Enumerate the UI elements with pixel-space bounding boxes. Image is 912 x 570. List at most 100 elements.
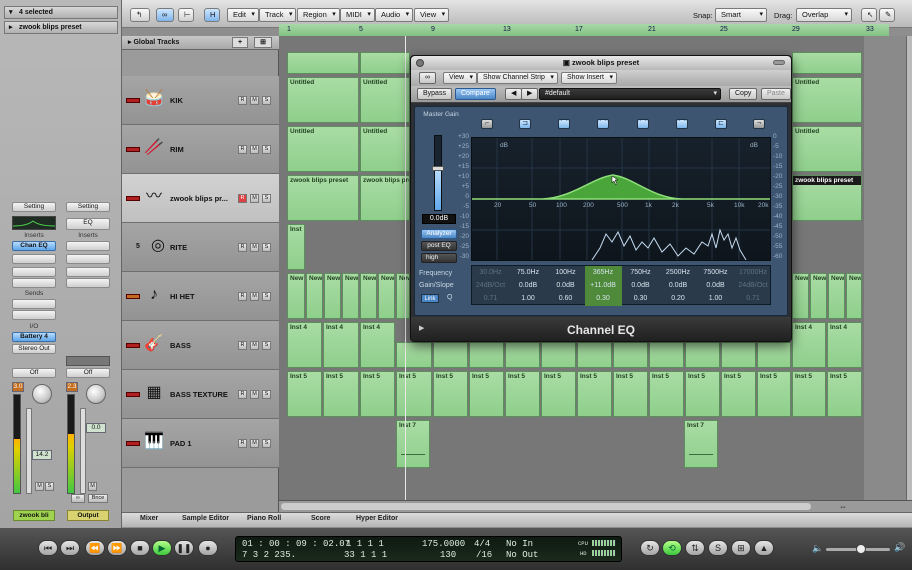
track-name[interactable]: zwook blips pr... [170, 194, 228, 203]
mute-button[interactable]: M [250, 96, 259, 105]
automation-mode[interactable]: Off [66, 368, 110, 378]
band-q-value[interactable]: 0.71 [735, 292, 772, 305]
region[interactable]: Inst 4 [323, 322, 359, 368]
master-gain-value[interactable]: 0.0dB [422, 214, 456, 224]
volume-fader-track[interactable] [80, 408, 86, 494]
solo-button[interactable]: S [262, 439, 271, 448]
band-q-value[interactable]: 0.30 [622, 292, 659, 305]
parametric-band-3-icon[interactable]: ⌒ [637, 119, 649, 129]
region[interactable]: New [324, 273, 341, 319]
band-5-params[interactable]: 750Hz 0.0dB 0.30 [622, 266, 659, 306]
catch-icon[interactable]: ⊢ [178, 8, 194, 22]
insert-slot-4[interactable] [12, 278, 56, 288]
mute-button[interactable]: M [35, 482, 44, 491]
region[interactable] [792, 52, 862, 74]
record-button[interactable]: R [238, 96, 247, 105]
region[interactable]: Untitled [287, 77, 359, 123]
mute-button[interactable]: M [250, 145, 259, 154]
region[interactable]: Inst 5 [721, 371, 756, 417]
link-button[interactable]: Link [421, 294, 439, 303]
show-insert-menu[interactable]: Show Insert [561, 72, 617, 84]
cycle-icon[interactable]: ↻ [640, 540, 660, 556]
record-button[interactable]: R [238, 145, 247, 154]
band-q-value[interactable]: 0.71 [472, 292, 509, 305]
track-header[interactable]: 🎹 PAD 1 RMS [122, 419, 279, 468]
back-arrow-icon[interactable]: ↰ [130, 8, 150, 22]
band-freq-value[interactable]: 365Hz [585, 266, 622, 279]
send-slot-1[interactable] [12, 299, 56, 309]
input-slot[interactable]: Battery 4 [12, 332, 56, 342]
region[interactable]: Inst 5 [649, 371, 684, 417]
eq-title-bar[interactable]: ▣ zwook blips preset [411, 56, 791, 70]
band-freq-value[interactable]: 75.0Hz [510, 266, 547, 279]
mute-button[interactable]: M [250, 390, 259, 399]
mute-button[interactable]: M [250, 194, 259, 203]
band-gain-value[interactable]: 24dB/Oct [735, 279, 772, 292]
band-gain-value[interactable]: 0.0dB [697, 279, 734, 292]
folder-icon[interactable]: ⊞ [254, 37, 272, 48]
band-gain-value[interactable]: 24dB/Oct [472, 279, 509, 292]
region[interactable]: Inst 4 [792, 322, 826, 368]
time-signature[interactable]: 4/4 [474, 539, 490, 549]
region-name-row[interactable]: ▸ zwook blips preset [4, 21, 118, 34]
track-name[interactable]: HI HET [170, 292, 195, 301]
region[interactable]: Inst 5 [827, 371, 862, 417]
record-enable-icon[interactable] [126, 392, 140, 397]
record-button[interactable]: R [238, 243, 247, 252]
track-header[interactable]: 🎸 BASS R M S [122, 321, 279, 370]
band-gain-value[interactable]: 0.0dB [622, 279, 659, 292]
high-cut-band-icon[interactable]: ¬ [753, 119, 765, 129]
band-7-params[interactable]: 7500Hz 0.0dB 1.00 [697, 266, 734, 306]
band-4-params[interactable]: 365Hz +11.0dB 0.30 [584, 266, 622, 306]
zoom-icon[interactable]: ⇔ [839, 502, 847, 511]
region[interactable]: Inst 5 [792, 371, 826, 417]
fader-value[interactable]: 0.0 [86, 423, 106, 433]
channel-name[interactable]: zwook bli [13, 510, 55, 521]
low-cut-band-icon[interactable]: ⌐ [481, 119, 493, 129]
region[interactable] [287, 52, 359, 74]
record-enable-icon[interactable] [126, 196, 140, 201]
disclosure-triangle-icon[interactable]: ▾ [9, 7, 13, 18]
collapse-icon[interactable] [773, 60, 785, 65]
band-freq-value[interactable]: 100Hz [547, 266, 584, 279]
region[interactable]: Inst 5 [396, 371, 432, 417]
stop-icon[interactable]: ■ [130, 540, 150, 556]
link-icon[interactable]: ∞ [419, 72, 436, 84]
band-gain-value[interactable]: 0.0dB [660, 279, 697, 292]
tab-sample-editor[interactable]: Sample Editor [182, 515, 229, 522]
record-button[interactable]: R [238, 194, 247, 203]
fader-value[interactable]: 14.2 [32, 450, 52, 460]
region[interactable] [433, 342, 468, 368]
track-header[interactable]: 🥁 KIK R M S [122, 76, 279, 125]
horizontal-scrollbar[interactable]: ⇔ [279, 500, 912, 512]
automation-mode[interactable]: Off [12, 368, 56, 378]
loop-icon[interactable]: ⟲ [662, 540, 682, 556]
show-channel-strip-menu[interactable]: Show Channel Strip [477, 72, 558, 84]
solo-button[interactable]: S [262, 96, 271, 105]
band-q-value[interactable]: 0.20 [660, 292, 697, 305]
solo-button[interactable]: S [262, 292, 271, 301]
setting-button[interactable]: Setting [12, 202, 56, 212]
mute-button[interactable]: M [250, 292, 259, 301]
next-preset-icon[interactable]: ▶ [521, 88, 539, 100]
track-menu[interactable]: Track [259, 8, 297, 22]
region[interactable] [505, 342, 540, 368]
go-to-start-icon[interactable]: ⏮ [38, 540, 58, 556]
region[interactable]: Inst 5 [541, 371, 576, 417]
region[interactable]: Untitled [360, 77, 410, 123]
band-gain-value[interactable]: 0.0dB [510, 279, 547, 292]
insert-slot-2[interactable] [12, 254, 56, 264]
analyzer-button[interactable]: Analyzer [421, 229, 457, 239]
midi-menu[interactable]: MIDI [340, 8, 375, 22]
region[interactable]: New [828, 273, 845, 319]
band-gain-value[interactable]: +11.0dB [585, 279, 622, 292]
band-1-params[interactable]: 30.0Hz 24dB/Oct 0.71 [472, 266, 509, 306]
region[interactable]: Inst 4 [827, 322, 862, 368]
region[interactable] [469, 342, 504, 368]
solo-mode-icon[interactable]: S [708, 540, 728, 556]
solo-button[interactable]: S [262, 390, 271, 399]
region[interactable] [757, 342, 791, 368]
add-track-button[interactable]: + [232, 37, 248, 48]
region[interactable]: New [792, 273, 809, 319]
pencil-tool-icon[interactable]: ✎ [879, 8, 895, 22]
